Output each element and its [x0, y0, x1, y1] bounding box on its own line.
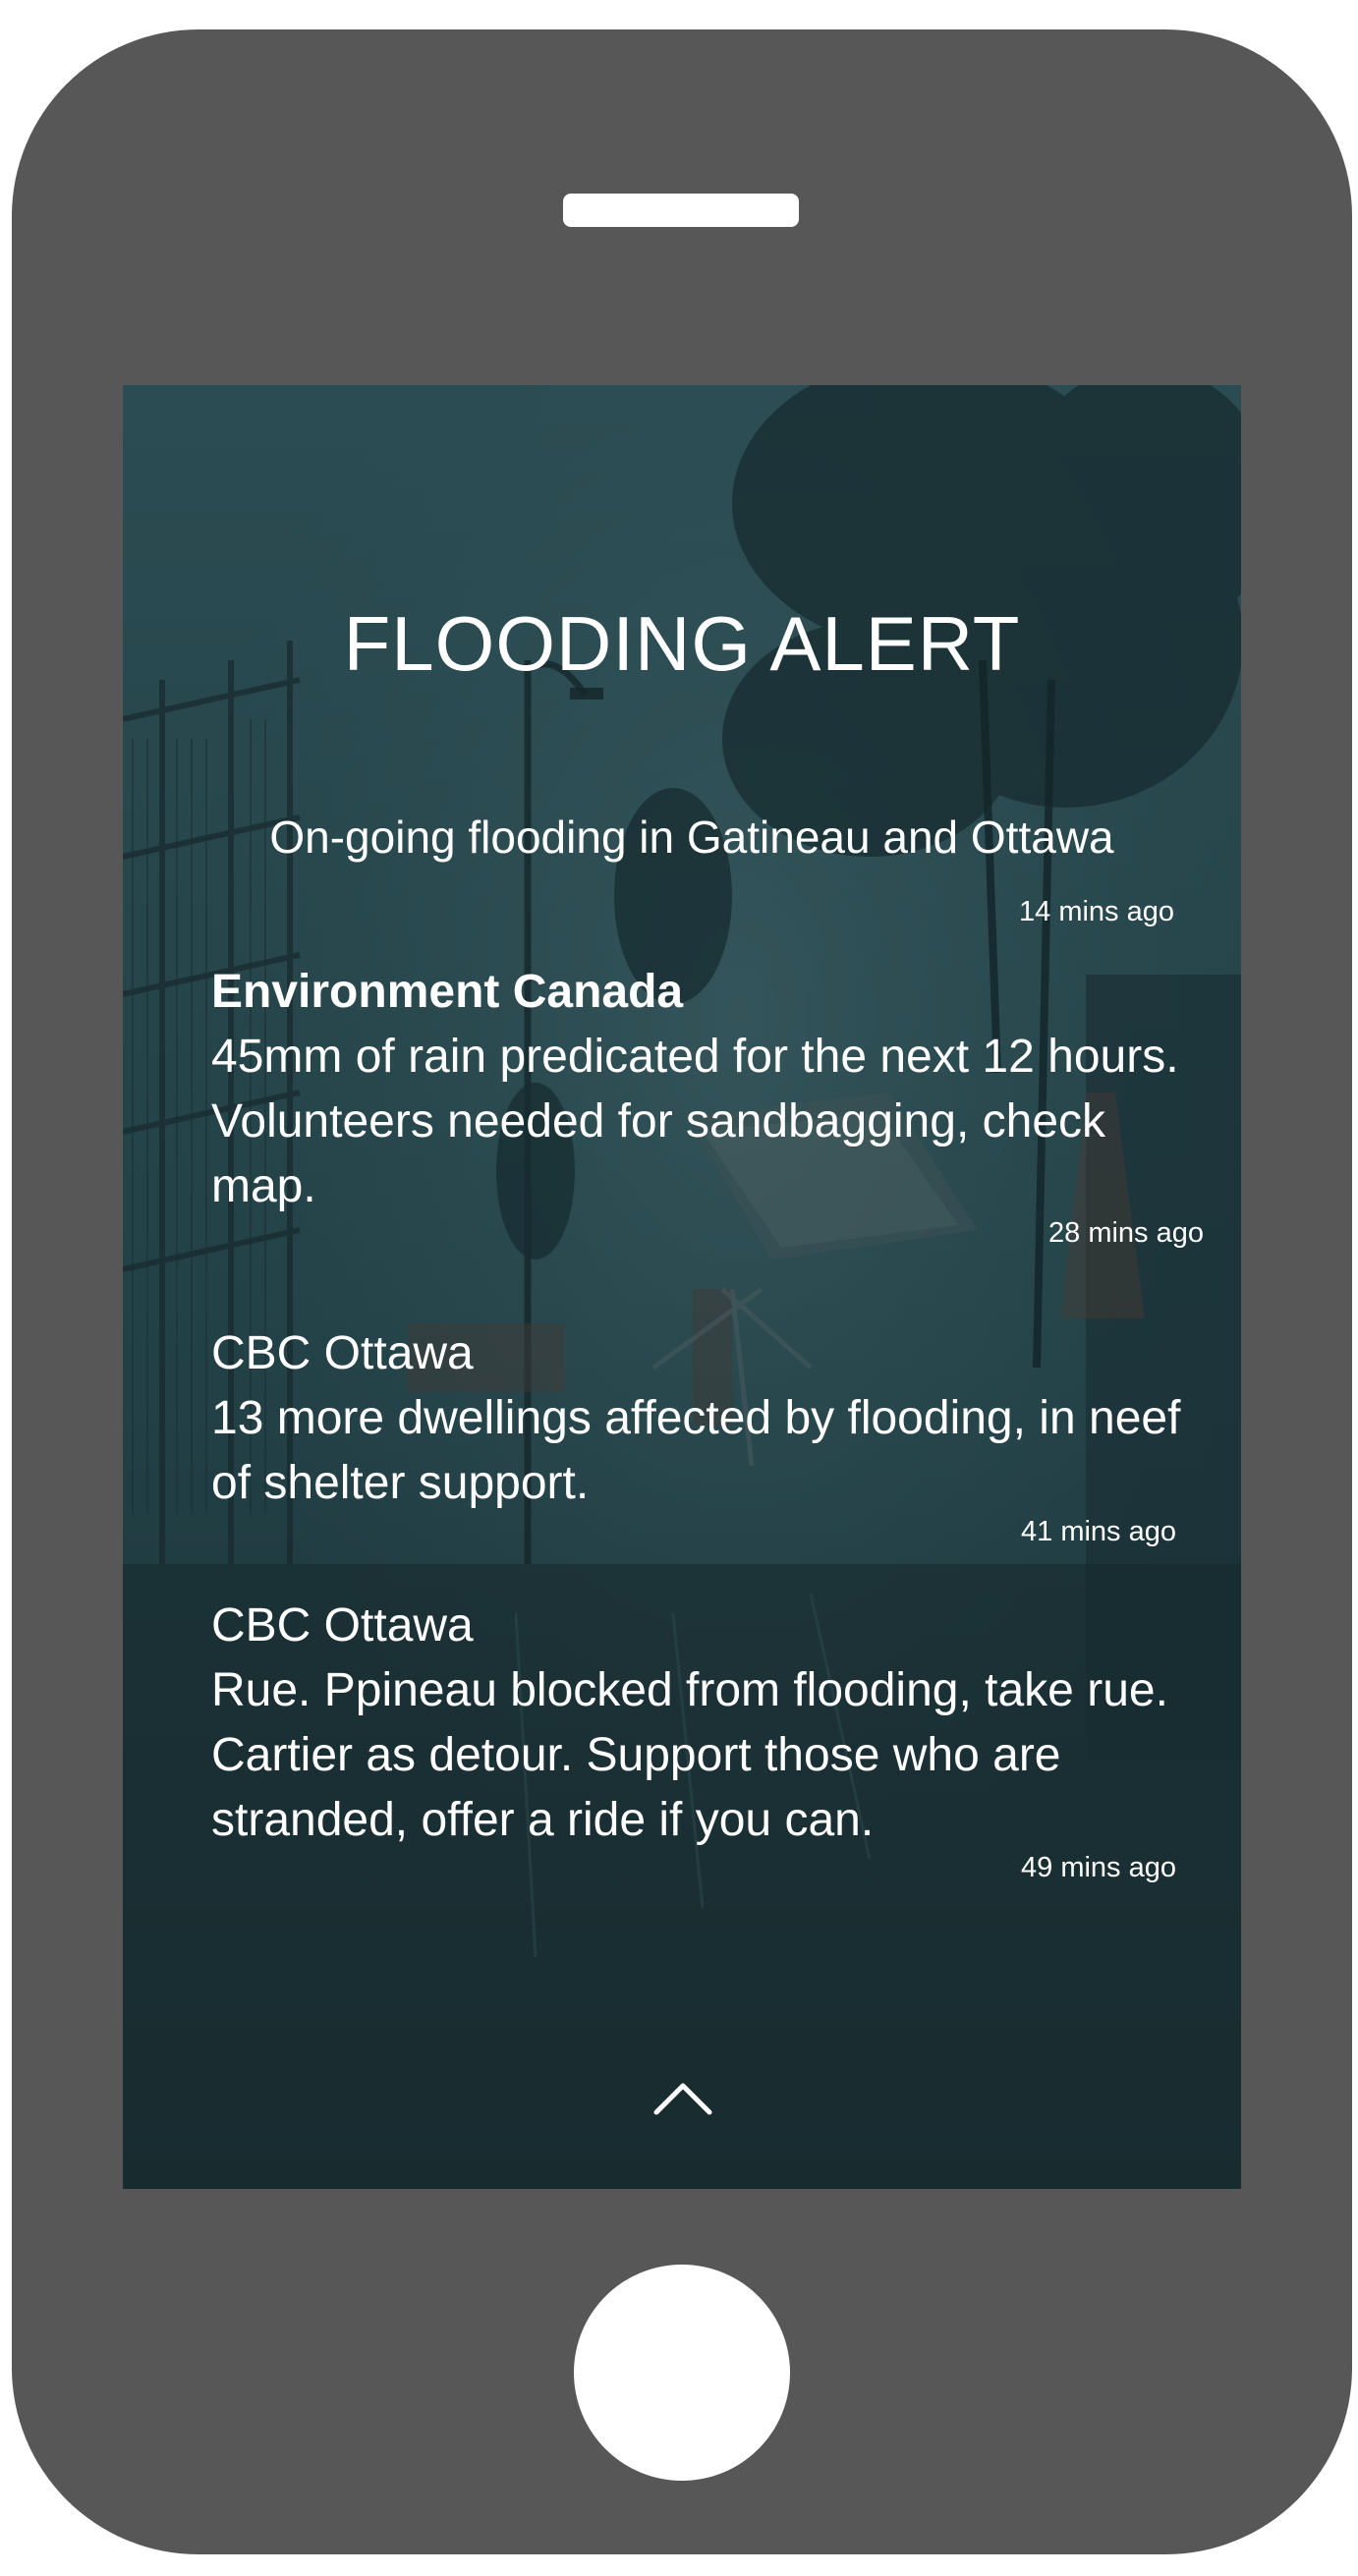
phone-frame: FLOODING ALERT On-going flooding in Gati…: [12, 29, 1352, 2554]
news-timestamp: 41 mins ago: [1021, 1516, 1176, 1547]
headline-timestamp: 14 mins ago: [1019, 896, 1174, 927]
notification-area: FLOODING ALERT On-going flooding in Gati…: [123, 385, 1241, 2189]
chevron-up-icon[interactable]: [653, 2080, 712, 2115]
news-item[interactable]: Environment Canada 45mm of rain predicat…: [211, 960, 1204, 1219]
news-body: 45mm of rain predicated for the next 12 …: [211, 1031, 1179, 1212]
news-timestamp: 28 mins ago: [1048, 1217, 1204, 1249]
news-body: Rue. Ppineau blocked from flooding, take…: [211, 1664, 1168, 1846]
home-button[interactable]: [574, 2265, 790, 2481]
alert-title: FLOODING ALERT: [343, 600, 1021, 687]
news-item[interactable]: CBC Ottawa 13 more dwellings affected by…: [211, 1321, 1204, 1516]
news-body: 13 more dwellings affected by flooding, …: [211, 1392, 1181, 1509]
alert-headline[interactable]: On-going flooding in Gatineau and Ottawa: [123, 810, 1241, 865]
phone-speaker: [563, 194, 799, 227]
news-item[interactable]: CBC Ottawa Rue. Ppineau blocked from flo…: [211, 1594, 1204, 1853]
news-source: Environment Canada: [211, 966, 684, 1018]
news-timestamp: 49 mins ago: [1021, 1852, 1176, 1883]
news-source: CBC Ottawa: [211, 1327, 474, 1379]
news-source: CBC Ottawa: [211, 1599, 474, 1652]
lock-screen: FLOODING ALERT On-going flooding in Gati…: [123, 385, 1241, 2189]
